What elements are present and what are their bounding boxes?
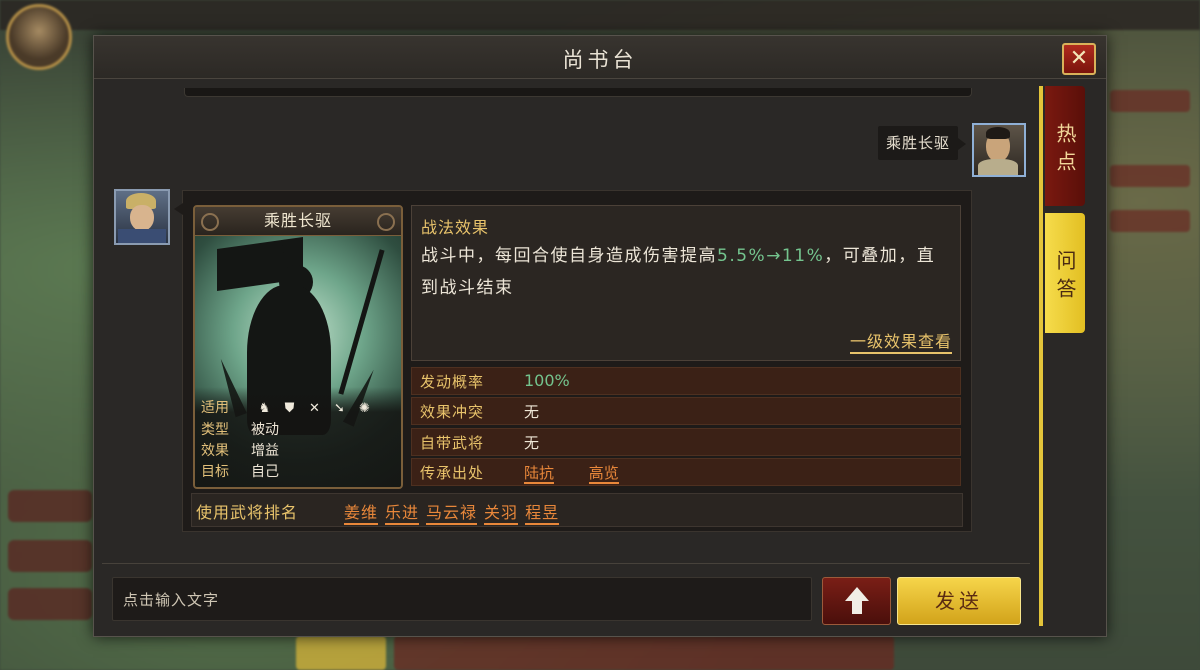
siege-icon: ✺ xyxy=(359,401,370,416)
spear-icon: ➘ xyxy=(334,401,345,416)
effect-value-highlight: 5.5%→11% xyxy=(717,246,825,266)
bg-chip xyxy=(1110,90,1190,112)
info-type-value: 被动 xyxy=(251,422,279,438)
info-target: 目标 自己 xyxy=(201,461,279,481)
bg-button xyxy=(8,588,92,620)
dialog-titlebar: 尚书台 ✕ xyxy=(94,36,1106,79)
avatar-armor xyxy=(118,229,166,243)
troop-icons: ♞ ⛊ ✕ ➘ ✺ xyxy=(255,400,380,416)
skill-effect-box: 战法效果 战斗中，每回合使自身造成伤害提高5.5%→11%，可叠加，直到战斗结束… xyxy=(411,205,961,361)
info-target-label: 目标 xyxy=(201,464,229,480)
up-arrow-stem xyxy=(852,600,862,614)
user-message-bubble: 乘胜长驱 xyxy=(878,126,967,160)
info-effect-value: 增益 xyxy=(251,443,279,459)
chat-input[interactable]: 点击输入文字 xyxy=(112,577,812,621)
bg-chip xyxy=(1110,210,1190,232)
prop-conflict-value: 无 xyxy=(524,403,540,421)
bg-bottom-tab xyxy=(394,636,894,670)
skill-info-panel: 适用 ♞ ⛊ ✕ ➘ ✺ 类型 被动 效果 增益 目标 自己 xyxy=(195,387,401,487)
bg-button xyxy=(8,540,92,572)
info-applicable-label: 适用 xyxy=(201,400,229,416)
inherit-source-link[interactable]: 高览 xyxy=(588,464,619,484)
prop-trigger-rate: 发动概率 100% xyxy=(411,367,961,395)
prop-inherit-sources: 陆抗 高览 xyxy=(524,462,619,484)
tab-rail xyxy=(1039,86,1043,626)
info-effect: 效果 增益 xyxy=(201,440,279,460)
player-avatar xyxy=(6,4,72,70)
prop-inheritance: 传承出处 陆抗 高览 xyxy=(411,458,961,486)
level-one-effect-link[interactable]: 一级效果查看 xyxy=(849,328,952,354)
info-target-value: 自己 xyxy=(251,464,279,480)
chat-area[interactable]: 乘胜长驱 乘胜长驱 适用 ♞ ⛊ ✕ ➘ ✺ 类型 被动 效果 增益 目标 自己… xyxy=(102,86,1038,561)
skill-name: 乘胜长驱 xyxy=(195,207,401,236)
avatar-body xyxy=(978,159,1018,175)
bg-chip xyxy=(1110,165,1190,187)
general-link[interactable]: 关羽 xyxy=(484,499,519,525)
user-avatar xyxy=(972,123,1026,177)
send-button[interactable]: 发送 xyxy=(897,577,1021,625)
prop-builtin-value: 无 xyxy=(524,434,540,452)
general-link[interactable]: 马云禄 xyxy=(426,499,478,525)
prop-conflict-label: 效果冲突 xyxy=(420,403,485,421)
advisor-avatar xyxy=(114,189,170,245)
up-arrow-icon xyxy=(845,587,869,601)
effect-description: 战斗中，每回合使自身造成伤害提高5.5%→11%，可叠加，直到战斗结束 xyxy=(421,240,951,304)
previous-message-edge xyxy=(184,88,972,97)
skill-illustration[interactable]: 乘胜长驱 适用 ♞ ⛊ ✕ ➘ ✺ 类型 被动 效果 增益 目标 自己 xyxy=(193,205,403,489)
effect-title: 战法效果 xyxy=(421,218,490,237)
input-divider xyxy=(102,563,1030,564)
info-type-label: 类型 xyxy=(201,422,229,438)
prop-trigger-label: 发动概率 xyxy=(420,373,485,391)
bow-icon: ✕ xyxy=(309,401,320,416)
prop-conflict: 效果冲突 无 xyxy=(411,397,961,425)
info-type: 类型 被动 xyxy=(201,419,279,439)
effect-text-before: 战斗中，每回合使自身造成伤害提高 xyxy=(421,246,717,266)
general-link[interactable]: 程昱 xyxy=(525,499,560,525)
skill-answer-card: 乘胜长驱 适用 ♞ ⛊ ✕ ➘ ✺ 类型 被动 效果 增益 目标 自己 战法效果… xyxy=(174,190,972,532)
general-ranking-row: 使用武将排名 姜维 乐进 马云禄 关羽 程昱 xyxy=(191,493,963,527)
bg-button xyxy=(8,490,92,522)
shangshutai-dialog: 尚书台 ✕ 乘胜长驱 乘胜长驱 适用 ♞ ⛊ ✕ ➘ ✺ 类型 被动 效果 增益… xyxy=(93,35,1107,637)
prop-builtin-label: 自带武将 xyxy=(420,434,485,452)
scroll-up-button[interactable] xyxy=(822,577,891,625)
close-button[interactable]: ✕ xyxy=(1062,43,1096,75)
inherit-source-link[interactable]: 陆抗 xyxy=(524,464,555,484)
resource-bar xyxy=(0,0,1200,30)
general-link[interactable]: 乐进 xyxy=(385,499,420,525)
prop-inherit-label: 传承出处 xyxy=(420,464,485,482)
info-applicable: 适用 ♞ ⛊ ✕ ➘ ✺ xyxy=(201,397,380,417)
shield-icon: ⛊ xyxy=(284,401,295,416)
tab-qa[interactable]: 问答 xyxy=(1045,213,1085,333)
general-link[interactable]: 姜维 xyxy=(344,499,379,525)
ranking-generals: 姜维 乐进 马云禄 关羽 程昱 xyxy=(344,499,566,525)
tab-hot-topics[interactable]: 热点 xyxy=(1045,86,1085,206)
avatar-face xyxy=(130,205,154,231)
avatar-hair xyxy=(986,127,1010,139)
bg-bottom-tab xyxy=(296,636,386,670)
info-effect-label: 效果 xyxy=(201,443,229,459)
prop-builtin-general: 自带武将 无 xyxy=(411,428,961,456)
dialog-title: 尚书台 xyxy=(562,48,638,72)
ranking-label: 使用武将排名 xyxy=(196,503,299,522)
prop-trigger-value: 100% xyxy=(524,371,570,390)
cavalry-icon: ♞ xyxy=(258,401,271,416)
